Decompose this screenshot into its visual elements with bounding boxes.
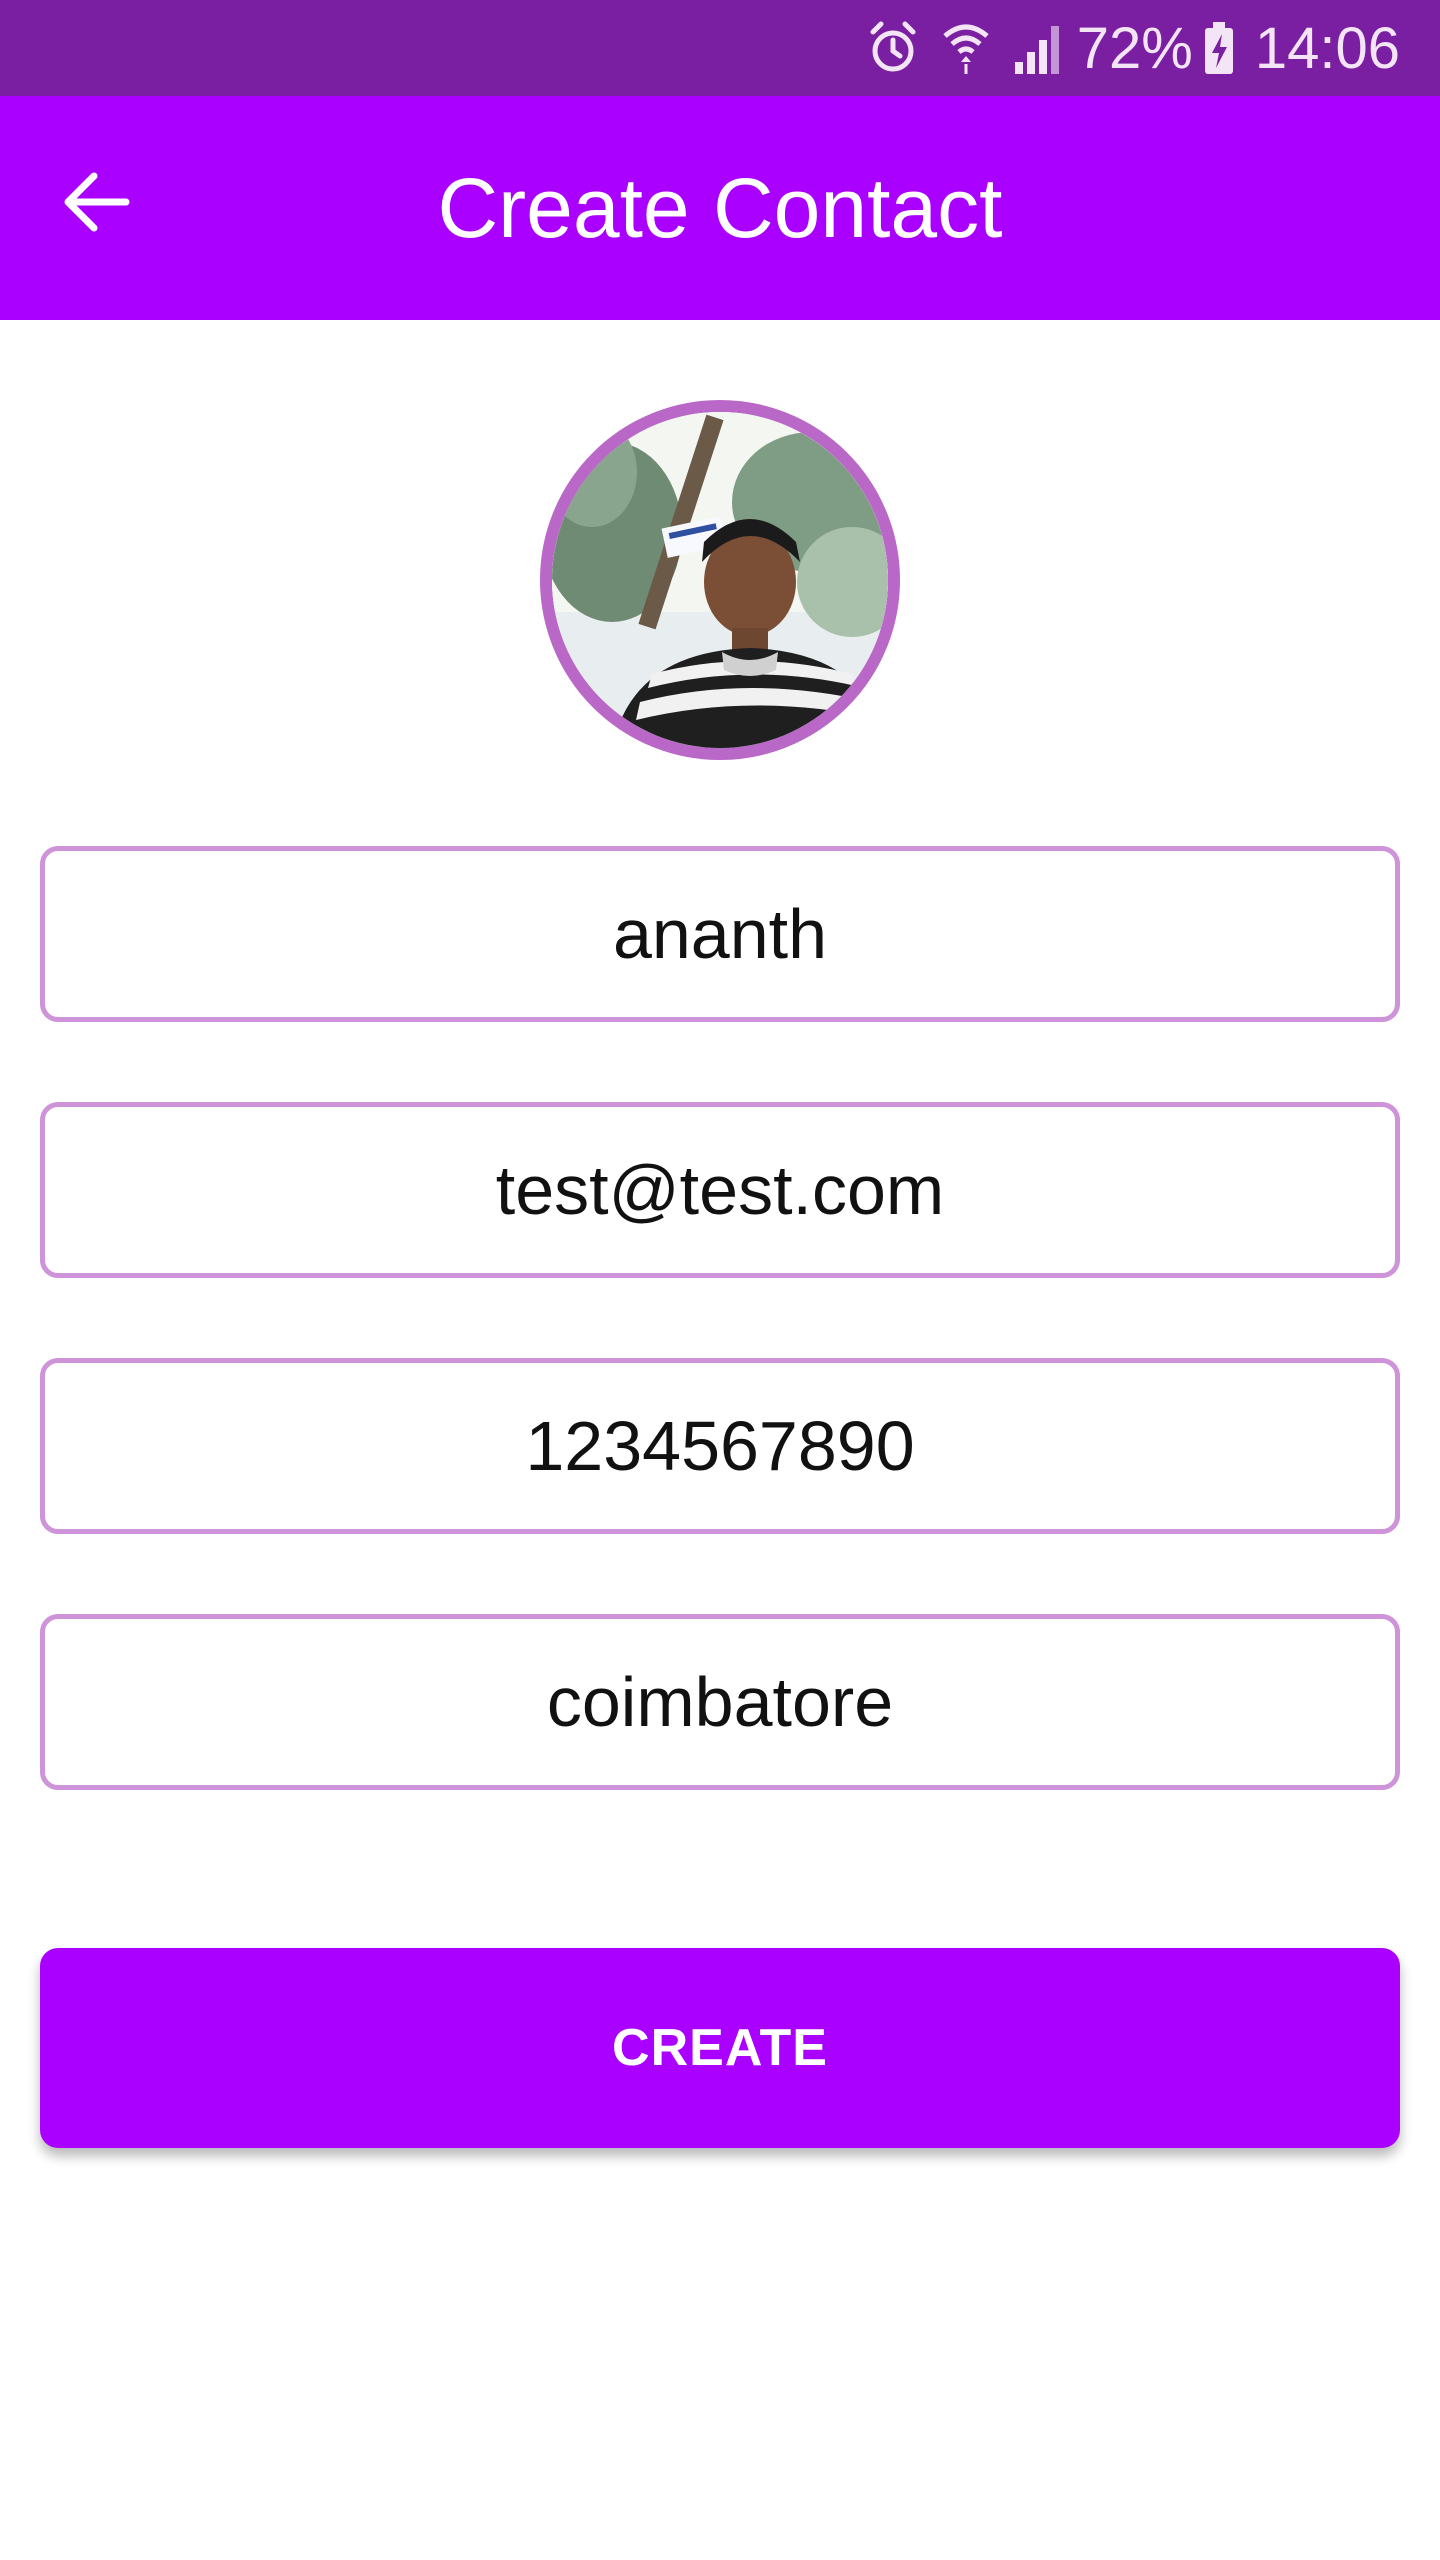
city-input[interactable] [45,1662,1395,1742]
status-bar: 72% 14:06 [0,0,1440,96]
email-input[interactable] [45,1150,1395,1230]
avatar[interactable] [540,400,900,760]
email-field[interactable] [40,1102,1400,1278]
signal-icon [1013,18,1063,78]
profile-photo [552,412,888,748]
app-bar: Create Contact [0,96,1440,320]
battery-charging-icon [1203,18,1235,78]
city-field[interactable] [40,1614,1400,1790]
name-field[interactable] [40,846,1400,1022]
alarm-icon [867,18,919,78]
wifi-icon [941,18,991,78]
phone-field[interactable] [40,1358,1400,1534]
battery-percent: 72% [1076,15,1193,81]
create-button[interactable]: CREATE [40,1948,1400,2148]
page-title: Create Contact [437,160,1003,255]
clock: 14:06 [1254,15,1400,81]
name-input[interactable] [45,894,1395,974]
phone-input[interactable] [45,1406,1395,1486]
